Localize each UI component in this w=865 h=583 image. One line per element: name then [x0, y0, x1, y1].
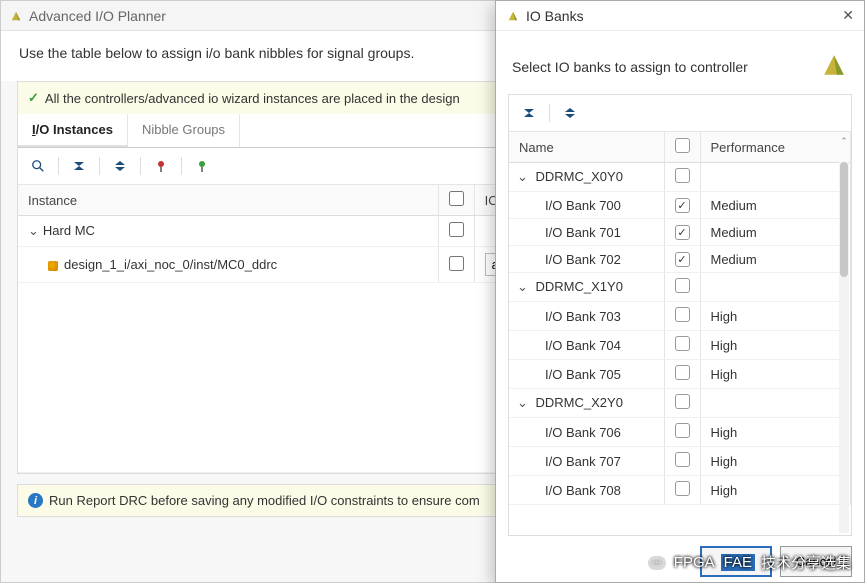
chevron-down-icon[interactable]: ⌄ — [517, 279, 528, 295]
io-banks-dialog: IO Banks ✕ Select IO banks to assign to … — [495, 0, 865, 583]
bank-row[interactable]: I/O Bank 708 High — [509, 476, 851, 505]
bank-name: I/O Bank 702 — [509, 246, 664, 273]
col-name[interactable]: Name — [509, 132, 664, 163]
col-performance[interactable]: Performance — [700, 132, 851, 163]
bank-row[interactable]: I/O Bank 707 High — [509, 447, 851, 476]
bank-checkbox[interactable] — [675, 423, 690, 438]
bank-performance: High — [700, 331, 851, 360]
col-select-all[interactable] — [664, 132, 700, 163]
info-icon: i — [28, 493, 43, 508]
dialog-titlebar: IO Banks ✕ — [496, 1, 864, 31]
bank-checkbox[interactable] — [675, 225, 690, 240]
bank-row[interactable]: I/O Bank 705 High — [509, 360, 851, 389]
bank-name: I/O Bank 704 — [509, 331, 664, 360]
separator — [140, 157, 141, 175]
close-icon[interactable]: ✕ — [842, 7, 854, 24]
collapse-all-icon[interactable] — [67, 154, 91, 178]
bank-name: I/O Bank 707 — [509, 447, 664, 476]
window-title: Advanced I/O Planner — [29, 8, 166, 24]
bank-row[interactable]: I/O Bank 700 Medium — [509, 192, 851, 219]
dialog-header: Select IO banks to assign to controller — [496, 31, 864, 94]
scrollbar[interactable] — [839, 162, 849, 533]
bank-row[interactable]: I/O Bank 701 Medium — [509, 219, 851, 246]
app-logo-icon — [9, 9, 23, 23]
bank-group-row[interactable]: ⌄ DDRMC_X0Y0 — [509, 163, 851, 192]
bank-row[interactable]: I/O Bank 706 High — [509, 418, 851, 447]
bank-name: I/O Bank 706 — [509, 418, 664, 447]
chevron-down-icon[interactable]: ⌄ — [28, 223, 39, 239]
bank-performance: Medium — [700, 246, 851, 273]
tab-nibble-groups[interactable]: Nibble Groups — [128, 114, 240, 147]
bank-performance: High — [700, 447, 851, 476]
bank-performance: High — [700, 302, 851, 331]
group-checkbox[interactable] — [675, 168, 690, 183]
bank-row[interactable]: I/O Bank 702 Medium — [509, 246, 851, 273]
dialog-subtitle: Select IO banks to assign to controller — [512, 59, 748, 75]
group-checkbox[interactable] — [675, 394, 690, 409]
status-text: All the controllers/advanced io wizard i… — [45, 91, 460, 106]
search-icon[interactable] — [26, 154, 50, 178]
bank-checkbox[interactable] — [675, 481, 690, 496]
bank-checkbox[interactable] — [675, 452, 690, 467]
bank-row[interactable]: I/O Bank 703 High — [509, 302, 851, 331]
col-checkbox-header[interactable] — [438, 185, 474, 216]
check-icon: ✓ — [28, 90, 39, 106]
expand-all-icon[interactable] — [558, 101, 582, 125]
unpin-icon[interactable] — [190, 154, 214, 178]
bank-performance: Medium — [700, 219, 851, 246]
bank-performance: High — [700, 360, 851, 389]
chat-bubble-icon: ⋯ — [646, 554, 668, 572]
dialog-toolbar — [509, 95, 851, 132]
separator — [99, 157, 100, 175]
instance-name: design_1_i/axi_noc_0/inst/MC0_ddrc — [64, 257, 277, 272]
separator — [181, 157, 182, 175]
group-checkbox[interactable] — [675, 278, 690, 293]
bank-performance: High — [700, 476, 851, 505]
bank-group-row[interactable]: ⌄ DDRMC_X1Y0 — [509, 273, 851, 302]
chevron-down-icon[interactable]: ⌄ — [517, 395, 528, 411]
bank-name: I/O Bank 705 — [509, 360, 664, 389]
bank-name: I/O Bank 701 — [509, 219, 664, 246]
bank-name: I/O Bank 700 — [509, 192, 664, 219]
instance-checkbox[interactable] — [449, 256, 464, 271]
bank-name: I/O Bank 708 — [509, 476, 664, 505]
separator — [58, 157, 59, 175]
group-label: Hard MC — [43, 223, 95, 238]
bank-performance: High — [700, 418, 851, 447]
bank-checkbox[interactable] — [675, 336, 690, 351]
bank-group-row[interactable]: ⌄ DDRMC_X2Y0 — [509, 389, 851, 418]
tab-io-instances[interactable]: I/O Instances — [18, 114, 128, 147]
dialog-title: IO Banks — [526, 8, 584, 24]
app-logo-icon — [820, 51, 848, 82]
pin-icon[interactable] — [149, 154, 173, 178]
io-banks-table: Name Performance ⌄ DDRMC_X0Y0I/O Bank 70… — [509, 132, 851, 505]
collapse-all-icon[interactable] — [517, 101, 541, 125]
scroll-up-icon[interactable]: ⌃ — [839, 134, 849, 148]
bank-row[interactable]: I/O Bank 704 High — [509, 331, 851, 360]
bank-name: I/O Bank 703 — [509, 302, 664, 331]
bank-checkbox[interactable] — [675, 365, 690, 380]
group-checkbox[interactable] — [449, 222, 464, 237]
app-logo-icon — [506, 9, 520, 23]
bank-checkbox[interactable] — [675, 252, 690, 267]
bank-checkbox[interactable] — [675, 307, 690, 322]
chevron-down-icon[interactable]: ⌄ — [517, 169, 528, 185]
bank-checkbox[interactable] — [675, 198, 690, 213]
select-all-checkbox[interactable] — [675, 138, 690, 153]
col-instance[interactable]: Instance — [18, 185, 438, 216]
scroll-thumb[interactable] — [840, 162, 848, 277]
bank-performance: Medium — [700, 192, 851, 219]
expand-all-icon[interactable] — [108, 154, 132, 178]
footer-text: Run Report DRC before saving any modifie… — [49, 493, 480, 508]
dialog-body: Name Performance ⌄ DDRMC_X0Y0I/O Bank 70… — [508, 94, 852, 536]
watermark: ⋯ FPGA FAE技术分享选集 — [646, 552, 851, 573]
instance-icon — [48, 261, 58, 271]
